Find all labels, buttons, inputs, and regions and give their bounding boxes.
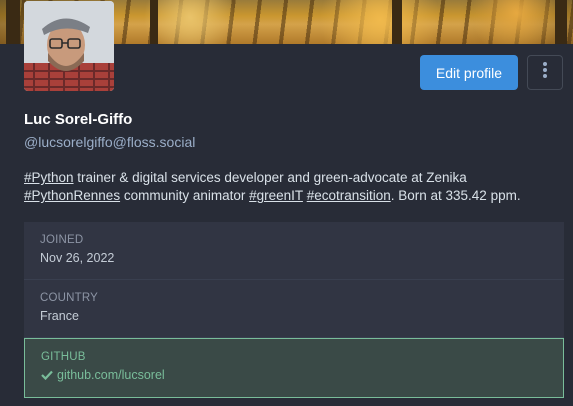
- github-link[interactable]: github.com/lucsorel: [57, 368, 165, 382]
- hashtag-link-pythonrennes[interactable]: #PythonRennes: [24, 188, 120, 203]
- field-label: GITHUB: [41, 351, 86, 363]
- edit-profile-button[interactable]: Edit profile: [420, 55, 518, 90]
- kebab-vertical-icon: [542, 61, 548, 84]
- check-icon: [41, 369, 53, 383]
- field-joined: JOINED Nov 26, 2022: [24, 222, 564, 280]
- bio-text: . Born at 335.42 ppm.: [390, 188, 521, 203]
- hashtag-link-greenit[interactable]: #greenIT: [249, 188, 303, 203]
- field-value: Nov 26, 2022: [40, 251, 115, 265]
- avatar[interactable]: [24, 1, 114, 91]
- bio-text: community animator: [120, 188, 250, 203]
- field-label: JOINED: [40, 234, 84, 246]
- field-country: COUNTRY France: [24, 280, 564, 338]
- profile-bio: #Python trainer & digital services devel…: [24, 169, 564, 205]
- display-name: Luc Sorel-Giffo: [24, 111, 133, 128]
- field-value: github.com/lucsorel: [41, 368, 547, 383]
- hashtag-link-ecotransition[interactable]: #ecotransition: [307, 188, 391, 203]
- bio-text: trainer & digital services developer and…: [73, 170, 467, 185]
- field-github-verified: GITHUB github.com/lucsorel: [24, 338, 564, 398]
- field-label: COUNTRY: [40, 292, 99, 304]
- hashtag-link-python[interactable]: #Python: [24, 170, 74, 185]
- more-options-button[interactable]: [527, 55, 563, 90]
- field-value: France: [40, 309, 79, 323]
- account-handle: @lucsorelgiffo@floss.social: [24, 134, 196, 150]
- profile-fields: JOINED Nov 26, 2022 COUNTRY France GITHU…: [24, 222, 564, 398]
